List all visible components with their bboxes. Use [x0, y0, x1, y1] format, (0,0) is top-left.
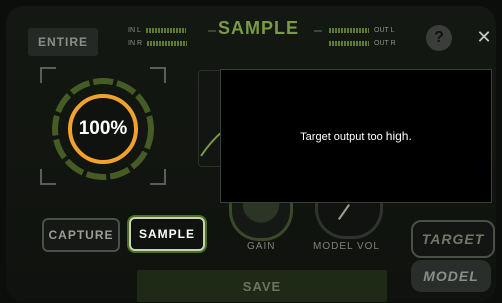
input-meters: IN L IN R — [128, 27, 187, 47]
title-accent-line — [208, 30, 216, 32]
input-left-meter — [145, 28, 186, 33]
input-right-label: IN R — [128, 40, 142, 47]
alert-message-text: Target output too — [300, 131, 383, 143]
input-right-meter — [147, 41, 187, 46]
model-volume-label: MODEL VOL — [313, 241, 380, 252]
capture-mode-button[interactable]: CAPTURE — [42, 218, 120, 252]
close-button[interactable]: ✕ — [472, 25, 496, 49]
output-meter-left: OUT L — [329, 27, 396, 34]
help-icon: ? — [434, 29, 444, 46]
sample-mode-button[interactable]: SAMPLE — [129, 217, 205, 251]
input-left-label: IN L — [128, 27, 141, 34]
output-left-meter — [329, 28, 369, 33]
close-icon: ✕ — [476, 26, 492, 47]
alert-message: Target output too high. — [300, 129, 412, 143]
output-right-label: OUT R — [374, 40, 396, 47]
save-button[interactable]: SAVE — [137, 270, 387, 302]
gain-label: GAIN — [247, 241, 276, 252]
output-left-label: OUT L — [374, 27, 395, 34]
title-accent-line-right — [314, 30, 322, 32]
alert-message-emphasis: high. — [385, 129, 412, 143]
capture-percent-label: 100% — [78, 118, 128, 139]
output-meter-right: OUT R — [329, 40, 396, 47]
page-title: SAMPLE — [218, 18, 300, 38]
help-button[interactable]: ? — [426, 25, 452, 51]
model-tab[interactable]: MODEL — [411, 260, 491, 292]
capture-progress-area: 100% — [40, 67, 166, 185]
output-right-meter — [329, 41, 369, 46]
target-tab[interactable]: TARGET — [411, 220, 495, 258]
entire-button[interactable]: ENTIRE — [28, 28, 98, 56]
output-meters: OUT L OUT R — [329, 27, 396, 47]
input-meter-right: IN R — [128, 40, 187, 47]
alert-dialog[interactable]: Target output too high. — [220, 69, 492, 203]
input-meter-left: IN L — [128, 27, 187, 34]
